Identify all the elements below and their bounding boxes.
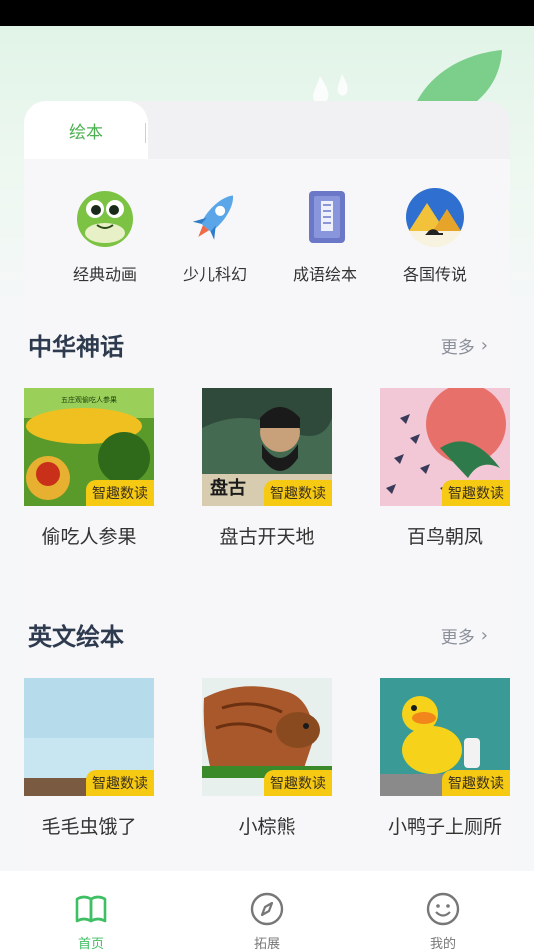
badge-smart-reading: 智趣数读 <box>264 770 332 796</box>
book-cover: 智趣数读 <box>24 678 154 796</box>
category-row: 经典动画 少儿科幻 成语绘本 各国传说 <box>24 187 510 284</box>
category-label: 成语绘本 <box>292 265 357 284</box>
book-card[interactable]: 智趣数读 百鸟朝凤 <box>380 388 510 549</box>
more-label: 更多 <box>440 338 475 358</box>
nav-label: 首页 <box>77 937 104 950</box>
book-title: 百鸟朝凤 <box>406 526 483 548</box>
more-label: 更多 <box>440 628 475 648</box>
book-title: 小棕熊 <box>238 816 296 838</box>
frog-icon <box>77 191 133 247</box>
book-cover: 智趣数读 <box>380 388 510 506</box>
badge-smart-reading: 智趣数读 <box>442 770 510 796</box>
pyramid-icon <box>406 188 464 248</box>
tab-label: 绘本 <box>69 122 103 143</box>
category-label: 各国传说 <box>402 265 467 284</box>
more-button-chinese-myths[interactable]: 更多 › <box>441 333 488 358</box>
book-card[interactable]: 五庄观偷吃人参果 智趣数读 偷吃人参果 <box>24 388 154 549</box>
book-title: 毛毛虫饿了 <box>41 816 137 838</box>
more-button-english-books[interactable]: 更多 › <box>441 623 488 648</box>
badge-smart-reading: 智趣数读 <box>86 770 154 796</box>
nav-label: 拓展 <box>253 937 280 950</box>
book-cover: 智趣数读 <box>380 678 510 796</box>
badge-smart-reading: 智趣数读 <box>442 480 510 506</box>
rocket-icon <box>192 195 234 240</box>
category-label: 经典动画 <box>72 265 137 284</box>
smiley-icon <box>426 892 460 926</box>
tab-divider <box>145 123 146 143</box>
book-icon <box>309 191 345 243</box>
book-card[interactable]: 智趣数读 小鸭子上厕所 <box>380 678 510 839</box>
section-title-chinese-myths: 中华神话 <box>28 333 124 361</box>
category-world-legends[interactable]: 各国传说 <box>380 187 490 284</box>
bottom-navigation: 首页 拓展 我的 <box>0 871 534 950</box>
book-title: 盘古开天地 <box>219 526 315 548</box>
book-card[interactable]: 盘古 智趣数读 盘古开天地 <box>202 388 332 549</box>
chevron-right-icon: › <box>480 335 488 356</box>
book-cover: 五庄观偷吃人参果 智趣数读 <box>24 388 154 506</box>
chevron-right-icon: › <box>480 625 488 646</box>
cover-text: 盘古 <box>210 477 246 499</box>
compass-icon <box>250 892 284 926</box>
nav-explore[interactable]: 拓展 <box>227 891 307 950</box>
category-idiom-book[interactable]: 成语绘本 <box>270 187 380 284</box>
category-kids-scifi[interactable]: 少儿科幻 <box>160 187 270 284</box>
book-cover: 智趣数读 <box>202 678 332 796</box>
badge-smart-reading: 智趣数读 <box>264 480 332 506</box>
status-bar <box>0 0 534 26</box>
category-label: 少儿科幻 <box>182 265 247 284</box>
book-card[interactable]: 智趣数读 小棕熊 <box>202 678 332 839</box>
book-card[interactable]: 智趣数读 毛毛虫饿了 <box>24 678 154 839</box>
book-cover: 盘古 智趣数读 <box>202 388 332 506</box>
section-title-english-books: 英文绘本 <box>28 623 124 651</box>
book-title: 偷吃人参果 <box>41 526 137 548</box>
nav-home[interactable]: 首页 <box>51 891 131 950</box>
book-open-icon <box>75 895 107 923</box>
tab-picture-book[interactable]: 绘本 <box>24 101 148 159</box>
nav-label: 我的 <box>429 937 456 950</box>
nav-profile[interactable]: 我的 <box>403 891 483 950</box>
tab-bar: 绘本 <box>24 101 510 159</box>
cover-text: 五庄观偷吃人参果 <box>61 395 117 404</box>
category-classic-animation[interactable]: 经典动画 <box>50 187 160 284</box>
badge-smart-reading: 智趣数读 <box>86 480 154 506</box>
book-title: 小鸭子上厕所 <box>387 816 502 838</box>
content-card: 绘本 经典动画 少儿科幻 成语绘本 各国传说 中华神话 更多 › 五庄观偷吃人参… <box>24 101 510 871</box>
